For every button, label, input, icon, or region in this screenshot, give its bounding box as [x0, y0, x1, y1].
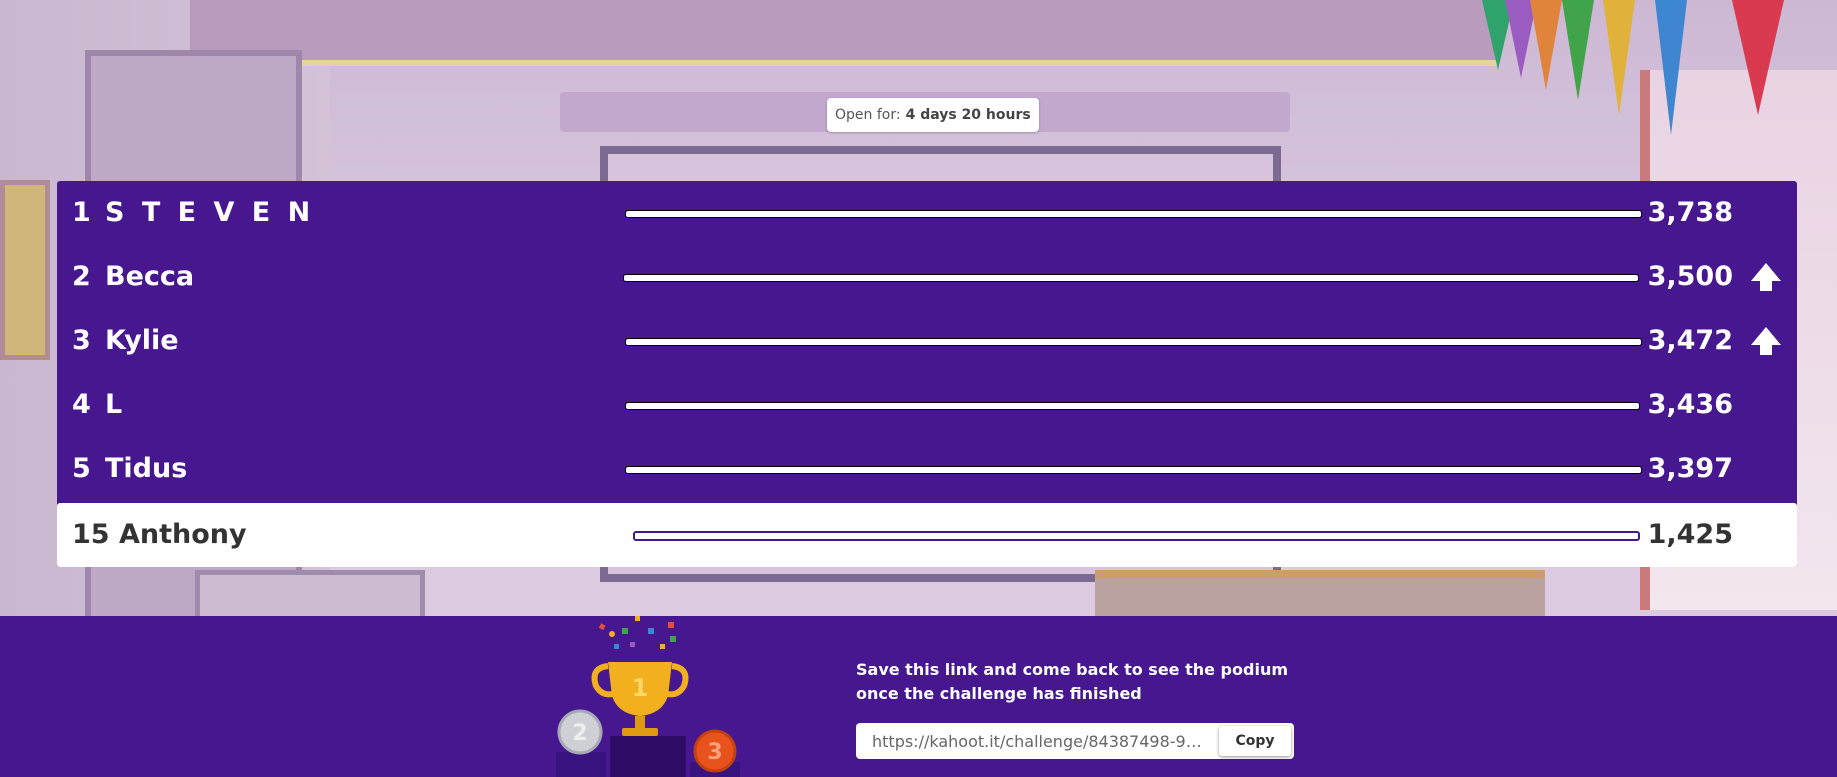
score-bar — [625, 210, 1642, 218]
rank: 2 — [72, 261, 91, 292]
picture-frame-illustration — [0, 180, 50, 360]
bunting-flag — [1655, 0, 1687, 135]
player-name: S T E V E N — [105, 197, 315, 228]
score: 3,472 — [1647, 325, 1733, 356]
player-name: Anthony — [119, 519, 247, 550]
save-link-message-line2: once the challenge has finished — [856, 684, 1142, 703]
podium-first-label: 1 — [632, 674, 649, 702]
player-name: Kylie — [105, 325, 179, 356]
desk-illustration — [1095, 570, 1545, 616]
score: 1,425 — [1647, 519, 1733, 550]
rank: 1 — [72, 197, 91, 228]
ceiling — [190, 0, 1500, 66]
podium-third-label: 3 — [707, 740, 722, 765]
footer: 1 2 3 Save this link and come back to se… — [0, 616, 1837, 777]
bunting-flag — [1530, 0, 1562, 90]
save-link-message: Save this link and come back to see the … — [856, 658, 1316, 706]
save-link-message-line1: Save this link and come back to see the … — [856, 660, 1288, 679]
score-bar — [623, 274, 1639, 282]
player-name: L — [105, 389, 123, 420]
leaderboard-row: 1 S T E V E N 3,738 — [57, 181, 1797, 245]
rank-up-arrow-icon — [1751, 327, 1781, 355]
current-player-row: 15 Anthony 1,425 — [57, 503, 1797, 567]
leaderboard-row: 5 Tidus 3,397 — [57, 437, 1797, 501]
rank: 15 — [72, 519, 110, 550]
leaderboard-row: 3 Kylie 3,472 — [57, 309, 1797, 373]
score: 3,500 — [1647, 261, 1733, 292]
player-name: Becca — [105, 261, 195, 292]
challenge-link-input[interactable] — [856, 723, 1206, 759]
bunting-flag — [1603, 0, 1635, 115]
rank: 3 — [72, 325, 91, 356]
open-for-badge: Open for: 4 days 20 hours — [827, 98, 1039, 132]
open-for-label: Open for: — [835, 107, 901, 123]
score: 3,397 — [1647, 453, 1733, 484]
leaderboard-row: 2 Becca 3,500 — [57, 245, 1797, 309]
player-name: Tidus — [105, 453, 188, 484]
score-bar — [625, 402, 1640, 410]
bunting-flag — [1562, 0, 1594, 100]
score-bar — [633, 531, 1640, 541]
rank: 4 — [72, 389, 91, 420]
leaderboard-row: 4 L 3,436 — [57, 373, 1797, 437]
desk-illustration-left — [195, 570, 425, 616]
score: 3,738 — [1647, 197, 1733, 228]
podium-trophy-illustration: 1 2 3 — [556, 616, 740, 777]
score-bar — [625, 338, 1642, 346]
bunting-flag — [1732, 0, 1784, 115]
open-for-value: 4 days 20 hours — [905, 107, 1031, 123]
podium-second-label: 2 — [572, 721, 587, 746]
score: 3,436 — [1647, 389, 1733, 420]
rank-up-arrow-icon — [1751, 263, 1781, 291]
leaderboard: 1 S T E V E N 3,738 2 Becca 3,500 3 Kyli… — [57, 181, 1797, 567]
copy-link-button[interactable]: Copy — [1219, 726, 1291, 756]
challenge-link-box: Copy — [856, 723, 1294, 759]
score-bar — [625, 466, 1642, 474]
rank: 5 — [72, 453, 91, 484]
